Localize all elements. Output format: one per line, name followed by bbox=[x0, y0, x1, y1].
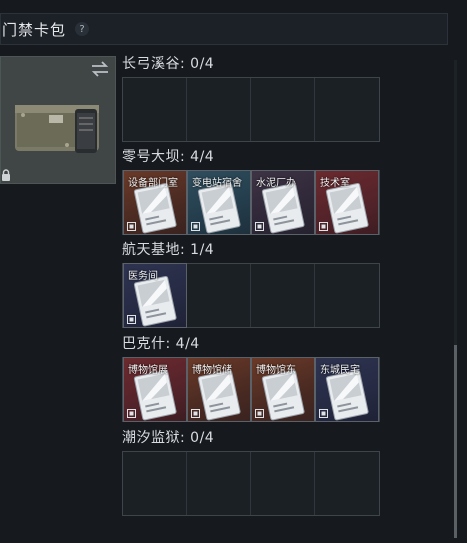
keycard-slot[interactable]: 东城民宅 bbox=[315, 357, 379, 422]
lock-icon bbox=[2, 169, 10, 181]
keycard-case-image bbox=[15, 105, 99, 153]
keycard-slot[interactable]: 技术室 bbox=[315, 170, 379, 235]
section-title: 巴克什: 4/4 bbox=[122, 336, 200, 352]
empty-keycard-slot[interactable] bbox=[187, 264, 251, 327]
keycard-label: 医务间 bbox=[128, 271, 158, 282]
keycard-slot[interactable]: 设备部门室 bbox=[123, 170, 187, 235]
card-mini-icon bbox=[127, 409, 136, 418]
map-keycard-section: 巴克什: 4/4 博物馆展 博物馆储 博物馆东 东城民宅 bbox=[122, 334, 380, 422]
empty-keycard-slot[interactable] bbox=[251, 264, 315, 327]
page-title: 门禁卡包 bbox=[2, 20, 67, 39]
empty-keycard-slot[interactable] bbox=[315, 452, 379, 515]
keycard-slot[interactable]: 变电站宿舍 bbox=[187, 170, 251, 235]
map-keycard-section: 零号大坝: 4/4 设备部门室 变电站宿舍 水泥厂办 技术室 bbox=[122, 147, 380, 235]
question-icon[interactable]: ? bbox=[75, 22, 90, 36]
card-mini-icon bbox=[191, 409, 200, 418]
scrollbar-thumb[interactable] bbox=[454, 345, 457, 538]
empty-keycard-slot[interactable] bbox=[315, 264, 379, 327]
keycard-label: 博物馆展 bbox=[128, 365, 168, 376]
keycard-slot-grid bbox=[122, 451, 380, 516]
keycard-slot[interactable]: 博物馆储 bbox=[187, 357, 251, 422]
swap-arrows-icon[interactable] bbox=[91, 61, 109, 77]
keycard-case-item[interactable] bbox=[0, 56, 116, 184]
card-mini-icon bbox=[127, 315, 136, 324]
section-title: 潮汐监狱: 0/4 bbox=[122, 430, 215, 446]
keycard-slot[interactable]: 博物馆展 bbox=[123, 357, 187, 422]
section-title: 长弓溪谷: 0/4 bbox=[122, 56, 215, 72]
keycard-label: 博物馆东 bbox=[256, 365, 296, 376]
card-mini-icon bbox=[127, 222, 136, 231]
empty-keycard-slot[interactable] bbox=[251, 452, 315, 515]
keycard-slot[interactable]: 水泥厂办 bbox=[251, 170, 315, 235]
empty-keycard-slot[interactable] bbox=[187, 78, 251, 141]
empty-keycard-slot[interactable] bbox=[123, 452, 187, 515]
keycard-slot-grid bbox=[122, 77, 380, 142]
section-title: 零号大坝: 4/4 bbox=[122, 149, 215, 165]
map-keycard-section: 潮汐监狱: 0/4 bbox=[122, 428, 380, 516]
map-keycard-section: 航天基地: 1/4 医务间 bbox=[122, 240, 380, 328]
empty-keycard-slot[interactable] bbox=[251, 78, 315, 141]
keycard-label: 变电站宿舍 bbox=[192, 178, 242, 189]
card-mini-icon bbox=[191, 222, 200, 231]
keycard-slot[interactable]: 医务间 bbox=[123, 263, 187, 328]
keycard-label: 技术室 bbox=[320, 178, 350, 189]
keycard-slot[interactable]: 博物馆东 bbox=[251, 357, 315, 422]
empty-keycard-slot[interactable] bbox=[187, 452, 251, 515]
keycard-label: 博物馆储 bbox=[192, 365, 232, 376]
keycard-label: 水泥厂办 bbox=[256, 178, 296, 189]
keycard-slot-grid: 设备部门室 变电站宿舍 水泥厂办 技术室 bbox=[122, 170, 380, 235]
keycard-slot-grid: 博物馆展 博物馆储 博物馆东 东城民宅 bbox=[122, 357, 380, 422]
section-title: 航天基地: 1/4 bbox=[122, 242, 215, 258]
card-mini-icon bbox=[319, 409, 328, 418]
empty-keycard-slot[interactable] bbox=[315, 78, 379, 141]
keycard-label: 设备部门室 bbox=[128, 178, 178, 189]
card-mini-icon bbox=[255, 222, 264, 231]
keycard-slot-grid: 医务间 bbox=[122, 263, 380, 328]
keycard-label: 东城民宅 bbox=[320, 365, 360, 376]
keycard-case-header: 门禁卡包 ? bbox=[0, 13, 448, 45]
map-keycard-section: 长弓溪谷: 0/4 bbox=[122, 54, 380, 142]
card-mini-icon bbox=[255, 409, 264, 418]
card-mini-icon bbox=[319, 222, 328, 231]
empty-keycard-slot[interactable] bbox=[123, 78, 187, 141]
